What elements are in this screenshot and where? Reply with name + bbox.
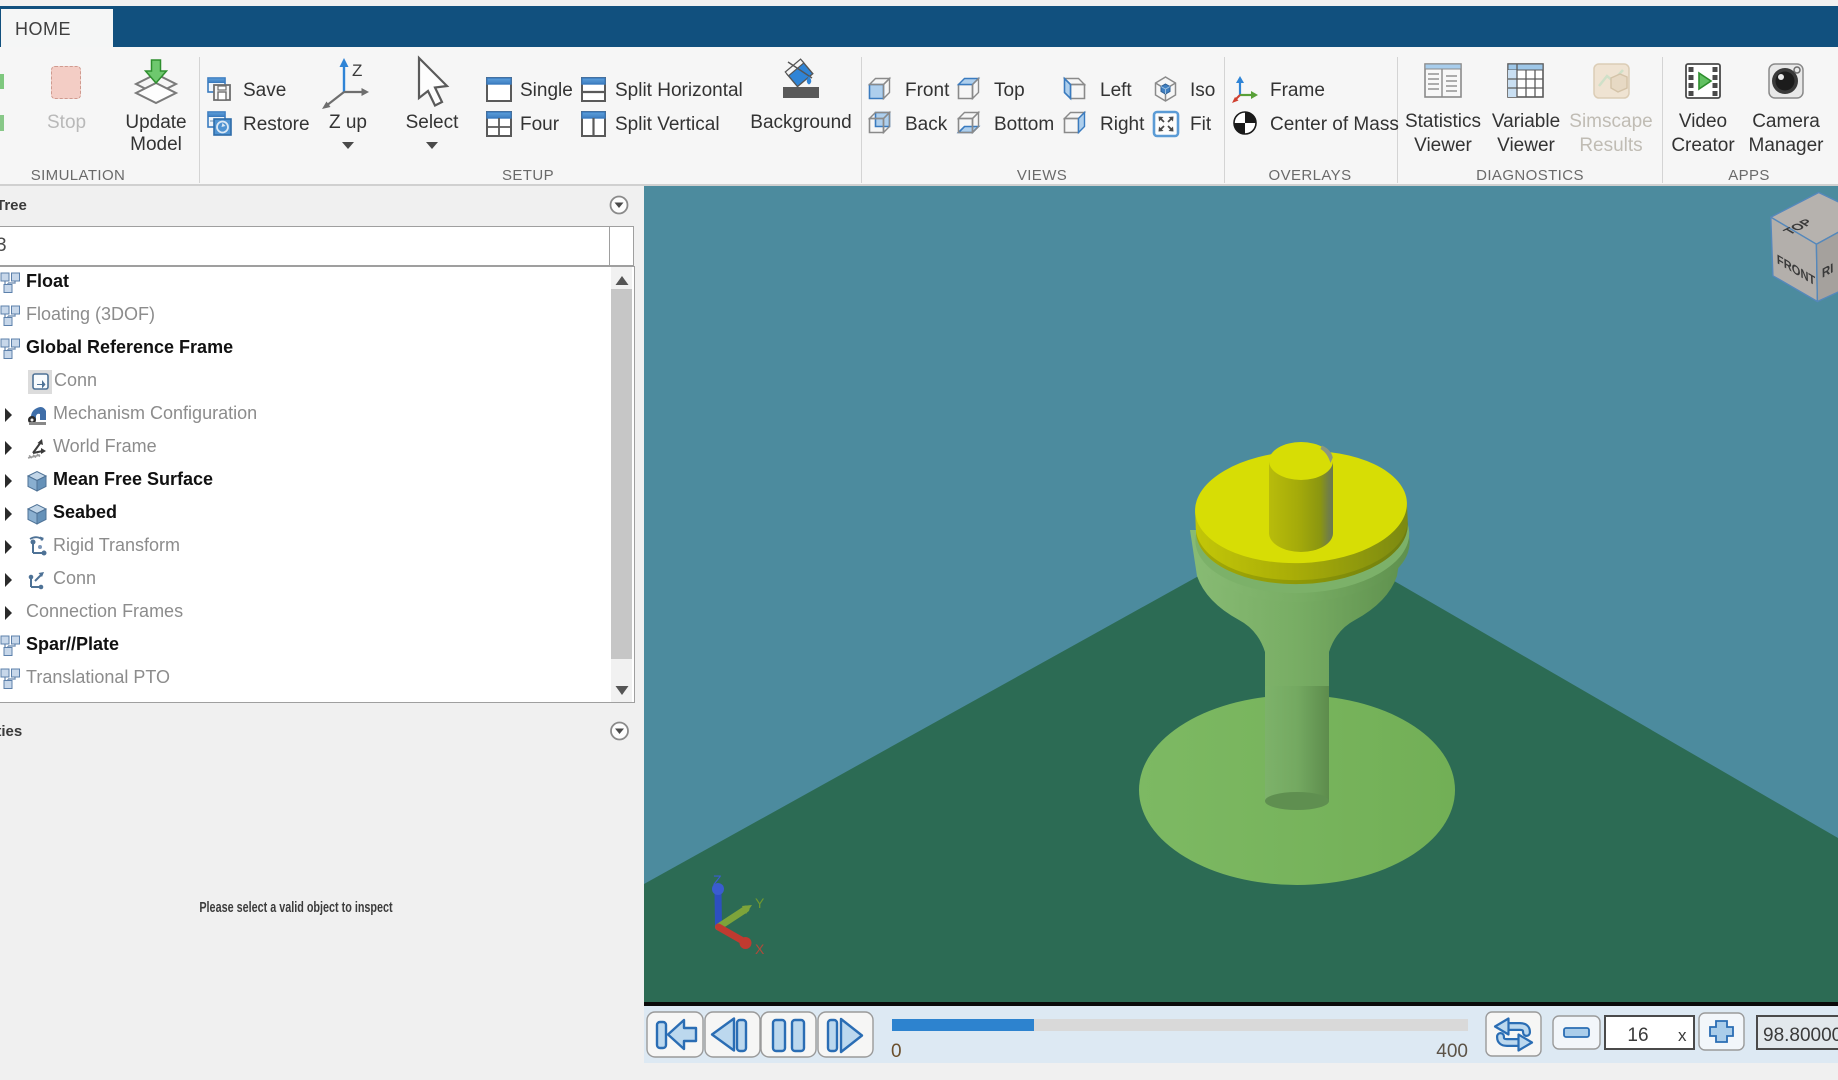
svg-text:16: 16	[1627, 1025, 1648, 1046]
svg-text:0: 0	[891, 1041, 902, 1062]
svg-text:Y: Y	[755, 895, 765, 911]
svg-text:Z: Z	[713, 872, 722, 888]
svg-text:98.80000: 98.80000	[1763, 1025, 1838, 1046]
svg-text:x: x	[1678, 1026, 1687, 1045]
svg-text:400: 400	[1436, 1041, 1468, 1062]
svg-text:X: X	[755, 941, 765, 957]
